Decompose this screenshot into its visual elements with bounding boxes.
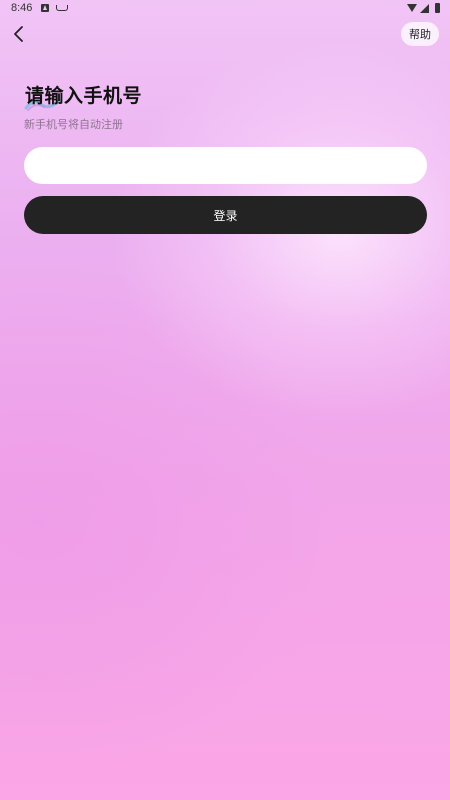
- back-button[interactable]: [8, 23, 30, 45]
- login-button-label: 登录: [213, 208, 238, 223]
- signal-icon: [420, 3, 429, 13]
- help-button[interactable]: 帮助: [401, 22, 439, 46]
- status-right-group: [407, 3, 440, 13]
- login-button[interactable]: 登录: [24, 196, 427, 234]
- notification-b-icon: [56, 5, 68, 11]
- status-time: 8:46: [11, 2, 33, 14]
- status-bar: 8:46: [0, 0, 450, 18]
- battery-icon: [435, 3, 440, 13]
- login-screen: 8:46 帮助 请输入手机号 新手机号将自动注册 登录: [0, 0, 450, 800]
- page-subtitle: 新手机号将自动注册: [24, 118, 123, 131]
- phone-input[interactable]: [24, 147, 427, 184]
- page-title: 请输入手机号: [25, 85, 143, 107]
- help-button-label: 帮助: [409, 28, 431, 41]
- wifi-icon: [407, 4, 417, 12]
- chevron-left-icon: [14, 26, 23, 42]
- notification-a-icon: [41, 4, 49, 12]
